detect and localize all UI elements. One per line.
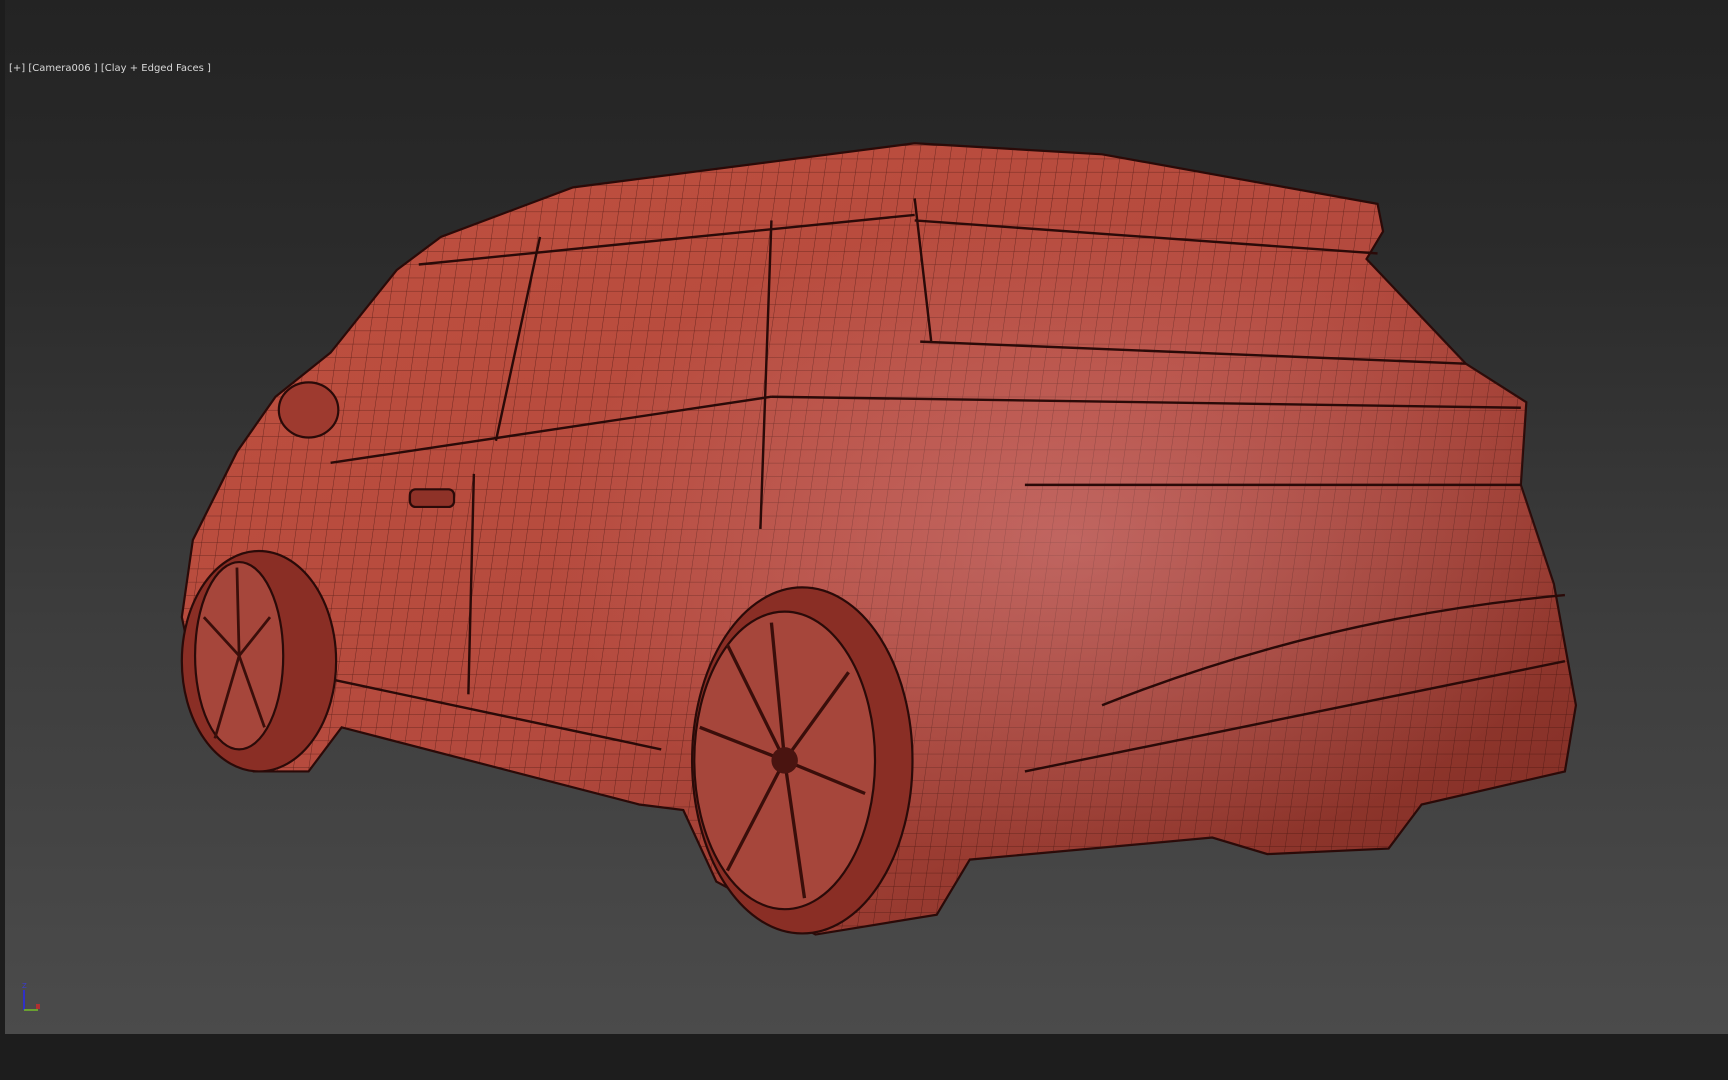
car-model-render[interactable] — [0, 0, 1728, 1080]
side-mirror — [277, 381, 340, 439]
x-axis-icon — [36, 1004, 40, 1009]
z-axis-icon — [23, 990, 25, 1010]
z-axis-label: Z — [22, 982, 27, 990]
y-axis-icon — [24, 1009, 38, 1011]
axis-gizmo: Z — [18, 982, 48, 1016]
car-body — [180, 142, 1578, 936]
door-handle — [408, 488, 456, 509]
rear-wheel — [690, 586, 914, 935]
front-wheel — [180, 549, 338, 773]
